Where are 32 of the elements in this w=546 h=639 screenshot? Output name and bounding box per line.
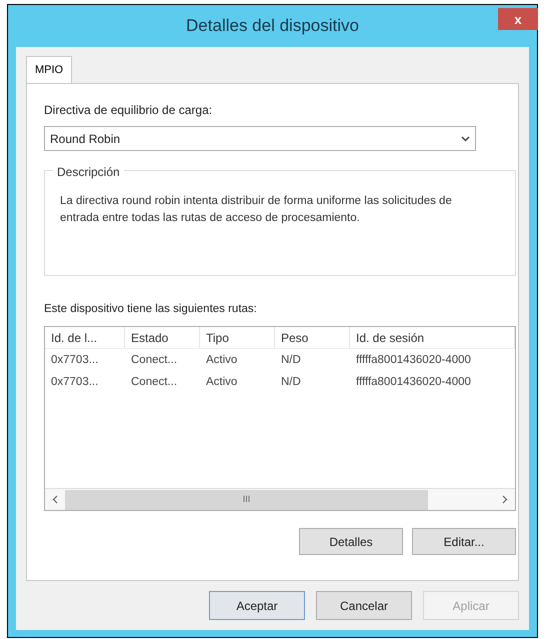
chevron-down-icon — [461, 136, 470, 142]
table-cell-text: N/D — [280, 352, 302, 368]
window-title: Detalles del dispositivo — [186, 15, 359, 38]
scroll-grip: III — [242, 493, 250, 506]
tab[interactable]: MPIO — [26, 56, 72, 83]
policy-label: Directiva de equilibrio de carga: — [44, 102, 214, 119]
table-cell-text: 0x7703... — [50, 374, 100, 390]
horizontal-scrollbar[interactable]: III — [45, 488, 515, 510]
scrollbar-thumb[interactable]: III — [65, 490, 428, 510]
table-cell-text: Activo — [205, 374, 238, 390]
dialog-button[interactable]: Aceptar — [209, 591, 305, 620]
column-header[interactable]: Id. de sesión — [350, 327, 515, 348]
description-text: La directiva round robin intenta distribuir de forma uniforme las solicitudes de entrada entre todas las rutas de acceso de procesamiento. — [60, 194, 453, 226]
column-header[interactable]: Estado — [125, 327, 200, 348]
table-cell-text: Conect... — [130, 352, 178, 368]
chevron-right-icon[interactable] — [502, 495, 508, 504]
column-header[interactable]: Id. de l... — [45, 327, 125, 348]
column-header[interactable]: Peso — [275, 327, 350, 348]
table-cell-text: fffffa8001436020-4000 — [355, 352, 472, 368]
dialog-button[interactable]: Detalles — [299, 528, 403, 556]
chevron-left-icon[interactable] — [52, 495, 58, 504]
table-cell-text: Conect... — [130, 374, 178, 390]
table-cell-text: Activo — [205, 352, 238, 368]
close-button[interactable]: x — [498, 8, 538, 30]
table-cell-text: fffffa8001436020-4000 — [355, 374, 472, 390]
paths-label: Este dispositivo tiene las siguientes rutas: — [44, 302, 258, 317]
column-header[interactable]: Tipo — [200, 327, 275, 348]
table-cell-text: 0x7703... — [50, 352, 100, 368]
dialog-button[interactable]: Editar... — [412, 528, 516, 556]
policy-dropdown[interactable]: Round Robin — [44, 126, 476, 151]
table-cell-text: N/D — [280, 374, 302, 390]
dialog-button[interactable]: Cancelar — [316, 591, 412, 620]
